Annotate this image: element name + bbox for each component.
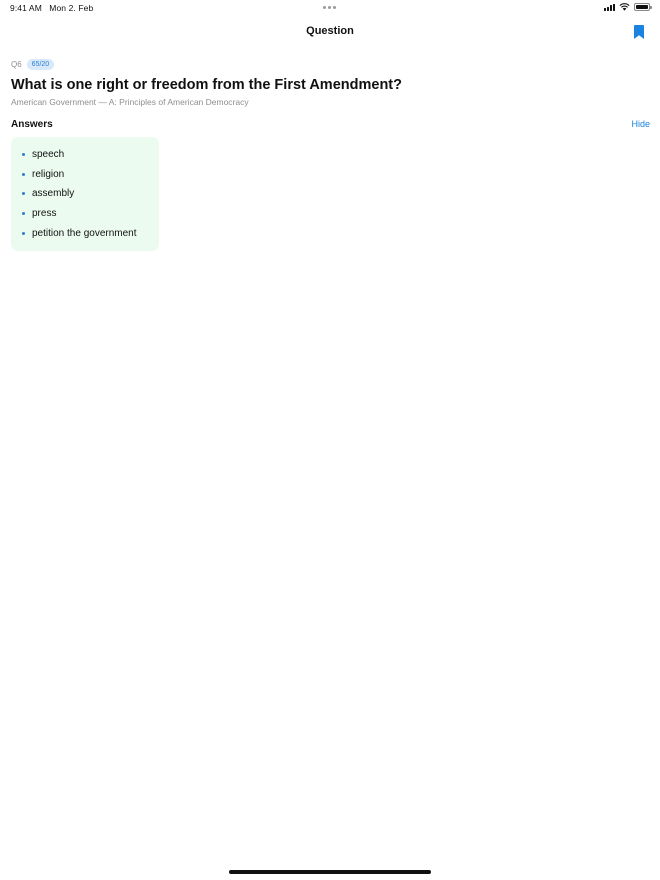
- status-date: Mon 2. Feb: [49, 3, 94, 13]
- question-text: What is one right or freedom from the Fi…: [11, 77, 402, 93]
- wifi-icon: [619, 3, 630, 11]
- question-number: Q6: [11, 59, 22, 69]
- bookmark-icon: [634, 25, 644, 39]
- answer-item: assembly: [21, 184, 149, 204]
- screen: 9:41 AM Mon 2. Feb Question Q6 65/20 Wha…: [0, 0, 660, 880]
- bullet-icon: [22, 212, 25, 216]
- status-icons: [604, 3, 652, 11]
- status-time-clock: 9:41 AM: [10, 3, 42, 13]
- answer-label: religion: [32, 168, 65, 180]
- answer-label: press: [32, 208, 57, 220]
- answer-item: speech: [21, 145, 149, 165]
- multitasking-dots-icon[interactable]: [323, 6, 336, 9]
- battery-fill: [636, 5, 648, 9]
- home-indicator[interactable]: [229, 870, 431, 874]
- question-content: Q6 65/20 What is one right or freedom fr…: [11, 58, 650, 251]
- answer-item: religion: [21, 165, 149, 185]
- answer-item: petition the government: [21, 223, 149, 243]
- answer-item: press: [21, 204, 149, 224]
- bullet-icon: [22, 192, 25, 196]
- bullet-icon: [22, 172, 25, 176]
- question-category: American Government — A: Principles of A…: [11, 97, 249, 107]
- status-bar: 9:41 AM Mon 2. Feb: [0, 0, 660, 16]
- status-time: 9:41 AM Mon 2. Feb: [10, 3, 93, 13]
- answer-label: speech: [32, 149, 65, 161]
- navigation-bar: Question: [0, 18, 660, 46]
- bookmark-button[interactable]: [632, 24, 646, 40]
- cellular-signal-icon: [604, 3, 615, 11]
- bullet-icon: [22, 231, 25, 235]
- answers-title: Answers: [11, 118, 53, 130]
- battery-icon: [634, 3, 652, 11]
- score-badge: 65/20: [26, 58, 55, 70]
- answers-header: Answers Hide: [11, 117, 650, 131]
- bullet-icon: [22, 153, 25, 157]
- answer-label: petition the government: [32, 227, 137, 239]
- hide-answers-button[interactable]: Hide: [631, 119, 650, 129]
- question-meta: Q6 65/20: [11, 58, 650, 70]
- answers-card: speech religion assembly press petition …: [11, 137, 159, 251]
- answer-label: assembly: [32, 188, 75, 200]
- nav-title: Question: [306, 25, 354, 37]
